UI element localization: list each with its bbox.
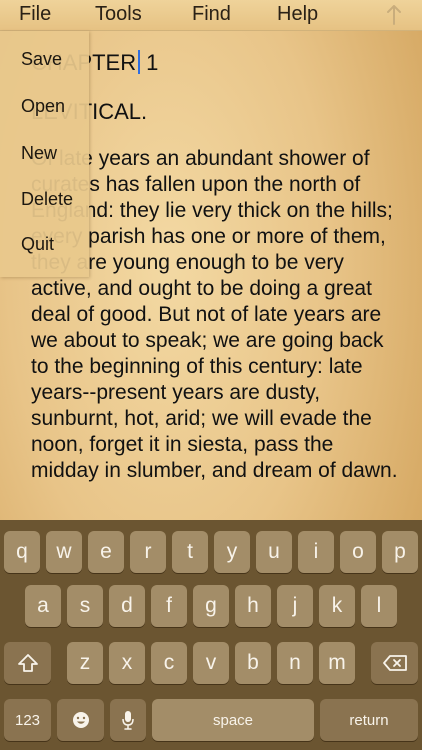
emoji-key[interactable]: [57, 699, 104, 741]
space-key[interactable]: space: [152, 699, 314, 741]
menu-help[interactable]: Help: [277, 3, 318, 26]
key-i[interactable]: i: [298, 531, 334, 573]
key-u[interactable]: u: [256, 531, 292, 573]
key-p[interactable]: p: [382, 531, 418, 573]
text-cursor: [138, 50, 141, 74]
key-label: a: [37, 594, 49, 617]
numbers-key[interactable]: 123: [4, 699, 51, 741]
key-label: u: [268, 540, 280, 563]
key-y[interactable]: y: [214, 531, 250, 573]
key-label: q: [16, 540, 28, 563]
file-menu-dropdown: Save Open New Delete Quit: [0, 31, 89, 277]
key-label: z: [79, 651, 91, 674]
key-label: s: [79, 594, 91, 617]
key-label: t: [187, 540, 193, 563]
menu-item-open[interactable]: Open: [21, 96, 65, 117]
key-label: o: [352, 540, 364, 563]
shift-key[interactable]: [4, 642, 51, 684]
key-n[interactable]: n: [277, 642, 313, 684]
key-label: 123: [14, 711, 41, 729]
key-label: r: [144, 540, 152, 563]
key-w[interactable]: w: [46, 531, 82, 573]
key-j[interactable]: j: [277, 585, 313, 627]
key-m[interactable]: m: [319, 642, 355, 684]
menu-bar: File Tools Find Help: [0, 0, 422, 31]
key-label: d: [121, 594, 133, 617]
key-label: e: [100, 540, 112, 563]
microphone-icon: [122, 711, 134, 730]
menu-item-save[interactable]: Save: [21, 49, 62, 70]
key-l[interactable]: l: [361, 585, 397, 627]
key-k[interactable]: k: [319, 585, 355, 627]
return-key[interactable]: return: [320, 699, 418, 741]
key-label: k: [331, 594, 343, 617]
chapter-number: 1: [146, 50, 159, 75]
key-o[interactable]: o: [340, 531, 376, 573]
key-label: v: [205, 651, 217, 674]
key-b[interactable]: b: [235, 642, 271, 684]
menu-find[interactable]: Find: [192, 3, 231, 26]
key-g[interactable]: g: [193, 585, 229, 627]
key-label: l: [376, 594, 382, 617]
key-e[interactable]: e: [88, 531, 124, 573]
key-label: h: [247, 594, 259, 617]
onscreen-keyboard: q w e r t y u i o p a s d f g h j k l z …: [0, 520, 422, 750]
emoji-icon: [72, 712, 89, 728]
key-a[interactable]: a: [25, 585, 61, 627]
key-label: f: [166, 594, 172, 617]
key-label: g: [205, 594, 217, 617]
key-r[interactable]: r: [130, 531, 166, 573]
menu-item-quit[interactable]: Quit: [21, 234, 54, 255]
key-label: space: [212, 711, 254, 729]
backspace-key[interactable]: [371, 642, 418, 684]
key-z[interactable]: z: [67, 642, 103, 684]
key-x[interactable]: x: [109, 642, 145, 684]
menu-item-delete[interactable]: Delete: [21, 189, 73, 210]
key-q[interactable]: q: [4, 531, 40, 573]
key-h[interactable]: h: [235, 585, 271, 627]
key-label: return: [349, 711, 389, 729]
key-c[interactable]: c: [151, 642, 187, 684]
key-t[interactable]: t: [172, 531, 208, 573]
key-label: b: [247, 651, 259, 674]
key-s[interactable]: s: [67, 585, 103, 627]
microphone-key[interactable]: [110, 699, 146, 741]
menu-tools[interactable]: Tools: [95, 3, 142, 26]
key-v[interactable]: v: [193, 642, 229, 684]
key-label: w: [56, 540, 72, 563]
backspace-icon: [382, 655, 407, 671]
key-d[interactable]: d: [109, 585, 145, 627]
up-arrow-icon[interactable]: [386, 4, 402, 26]
key-label: n: [289, 651, 301, 674]
key-label: p: [394, 540, 406, 563]
key-f[interactable]: f: [151, 585, 187, 627]
key-label: c: [163, 651, 175, 674]
key-label: y: [226, 540, 238, 563]
key-label: m: [328, 651, 346, 674]
menu-item-new[interactable]: New: [21, 143, 57, 164]
key-label: x: [121, 651, 133, 674]
key-label: j: [292, 594, 298, 617]
key-label: i: [313, 540, 319, 563]
shift-icon: [17, 654, 38, 672]
menu-file[interactable]: File: [19, 3, 51, 26]
